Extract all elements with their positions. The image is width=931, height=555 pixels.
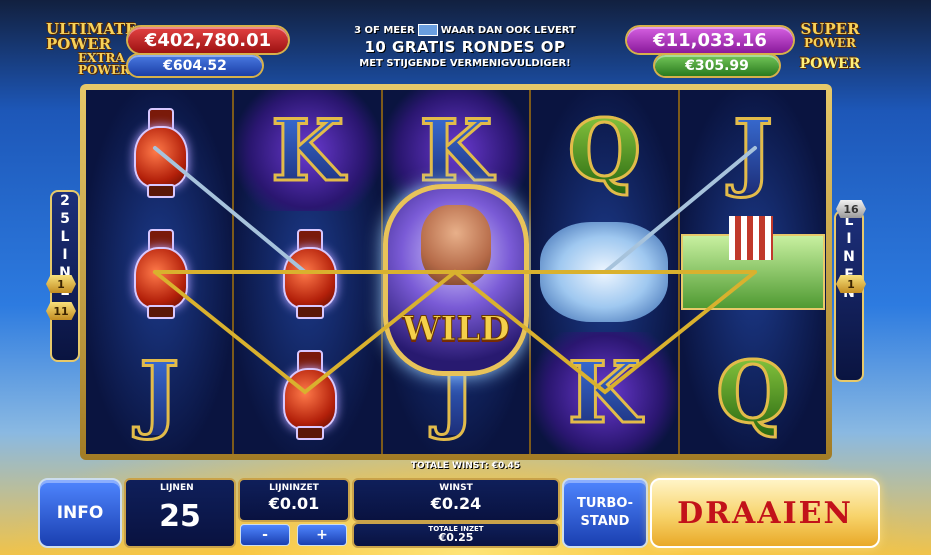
lines-value: 25	[159, 499, 201, 534]
info-button[interactable]: INFO	[38, 478, 122, 548]
ship-icon	[680, 215, 825, 310]
extra-jackpot-value: €604.52	[128, 55, 262, 76]
symbol-q-letter: Q	[715, 342, 791, 442]
reel-4: Q K	[531, 90, 678, 454]
symbol-wild-zeus: WILD	[382, 184, 530, 376]
wild-label: WILD	[402, 309, 510, 350]
symbol-j-letter: J	[138, 342, 181, 442]
line-marker-16-right[interactable]: 16	[836, 200, 866, 218]
symbol-k-letter: K	[566, 342, 642, 442]
logo-word-power-3: POWER	[803, 36, 857, 50]
lines-label: LIJNEN	[160, 483, 194, 493]
win-value: €0.24	[430, 494, 482, 513]
spin-label: DRAAIEN	[677, 495, 853, 531]
line-bet-label: LIJNINZET	[269, 483, 319, 493]
increase-bet-button[interactable]: +	[297, 524, 347, 546]
total-bet-panel: TOTALE INZET €0.25	[352, 522, 560, 548]
line-bet-panel: LIJNINZET €0.01	[238, 478, 350, 522]
line-marker-1-left[interactable]: 1	[46, 275, 76, 293]
total-win-label: TOTALE WINST:	[410, 461, 489, 471]
decrease-bet-button[interactable]: -	[240, 524, 290, 546]
win-label: WINST	[439, 483, 473, 493]
line-bet-value: €0.01	[268, 494, 320, 513]
symbol-vase	[86, 90, 232, 211]
lines-panel[interactable]: LIJNEN 25	[124, 478, 236, 548]
symbol-k: K	[234, 90, 381, 211]
promo-line1-b: WAAR DAN OOK LEVERT	[440, 25, 576, 36]
promo-banner: 3 OF MEER WAAR DAN OOK LEVERT 10 GRATIS R…	[320, 24, 610, 69]
temple-icon	[417, 24, 438, 36]
wild-medallion: WILD	[382, 184, 530, 376]
promo-line3: MET STIJGENDE VERMENIGVULDIGER!	[359, 58, 571, 69]
logo-word-power: POWER	[46, 35, 112, 53]
reel-5: J Q	[679, 90, 827, 454]
zeus-face-icon	[421, 205, 492, 285]
logo-word-super: SUPER	[800, 20, 860, 38]
ultimate-power-logo: ULTIMATE POWER EXTRA POWER	[46, 22, 137, 77]
symbol-j: J	[680, 90, 826, 211]
reel-3: K J WILD	[382, 90, 530, 454]
reel-2: K	[234, 90, 381, 454]
win-panel: WINST €0.24	[352, 478, 560, 522]
turbo-label-line1: TURBO-	[576, 496, 634, 511]
total-bet-value: €0.25	[438, 531, 474, 544]
symbol-vase	[234, 332, 380, 453]
promo-line1-a: 3 OF MEER	[354, 25, 415, 36]
game-stage: ULTIMATE POWER EXTRA POWER €402,780.01 €…	[0, 0, 931, 555]
super-power-logo: SUPER POWER POWER	[790, 22, 870, 72]
symbol-q-letter: Q	[566, 100, 642, 200]
power-jackpot-value: €305.99	[655, 55, 779, 76]
symbol-j: J	[86, 332, 232, 453]
reels-grid: J K K J WILD Q K J Q	[86, 90, 827, 454]
logo-word-power-4: POWER	[799, 56, 861, 72]
reel-1: J	[86, 90, 233, 454]
symbol-k-letter: K	[270, 100, 346, 200]
spin-button[interactable]: DRAAIEN	[650, 478, 880, 548]
ultimate-jackpot-value: €402,780.01	[128, 27, 288, 53]
symbol-k: K	[531, 332, 678, 453]
symbol-vase	[234, 211, 380, 332]
turbo-label-line2: STAND	[580, 514, 630, 529]
super-jackpot-value: €11,033.16	[627, 27, 793, 53]
total-win-value: €0.45	[491, 461, 521, 471]
symbol-vase	[86, 211, 232, 332]
lines-indicator-right: LINEN	[834, 210, 864, 382]
pegasus-icon	[540, 221, 669, 322]
turbo-mode-button[interactable]: TURBO- STAND	[562, 478, 648, 548]
symbol-j-letter: J	[731, 100, 774, 200]
total-win-readout: TOTALE WINST: €0.45	[0, 461, 931, 471]
symbol-ship	[680, 211, 826, 332]
line-marker-11-left[interactable]: 11	[46, 302, 76, 320]
symbol-q: Q	[531, 90, 677, 211]
line-marker-1-right[interactable]: 1	[836, 275, 866, 293]
promo-line2: 10 GRATIS RONDES OP	[364, 38, 566, 56]
symbol-k-letter: K	[418, 100, 494, 200]
symbol-q: Q	[680, 332, 826, 453]
symbol-pegasus	[531, 211, 677, 332]
